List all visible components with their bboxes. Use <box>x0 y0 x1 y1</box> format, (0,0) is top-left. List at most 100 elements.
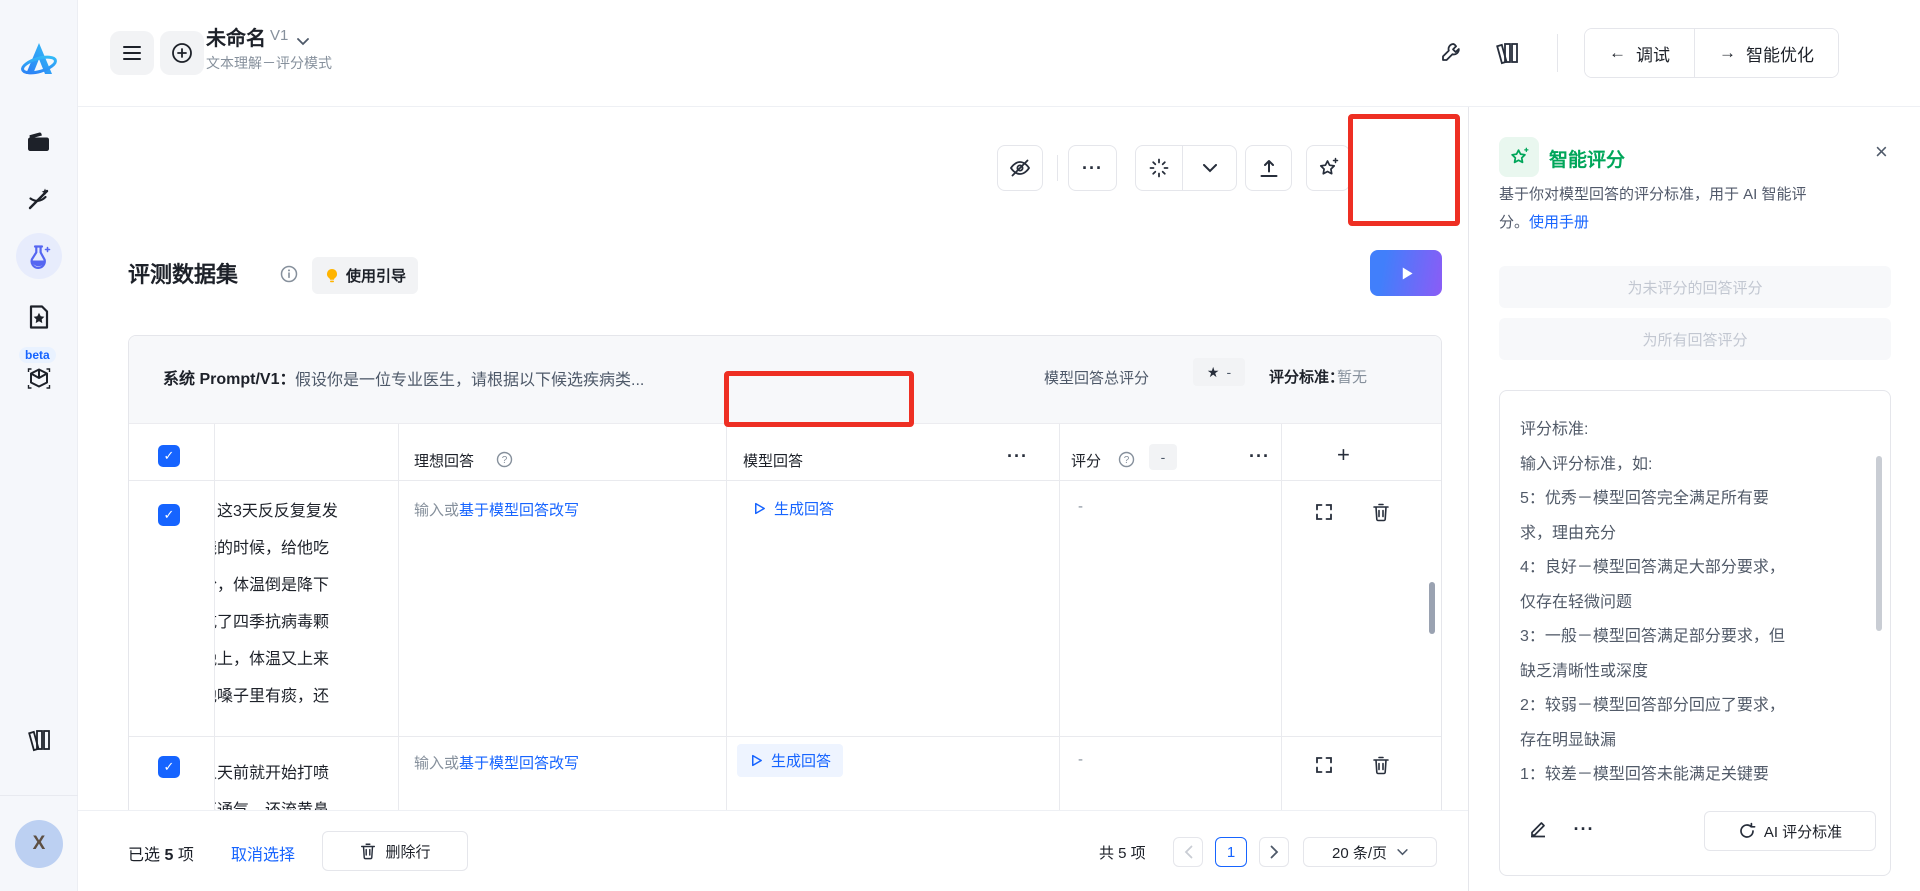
select-all-checkbox[interactable]: ✓ <box>158 445 180 467</box>
score-unscored-button[interactable]: 为未评分的回答评分 <box>1499 266 1891 308</box>
more-actions-button[interactable]: ··· <box>1068 145 1117 191</box>
sidebar-item-models[interactable] <box>26 366 52 390</box>
question-cell[interactable]: 这3天反反复复发 烧的时候，给他吃 粉，体温倒是降下 吃了四季抗病毒颗 晚上，体… <box>215 486 397 732</box>
smart-optimize-button[interactable]: → 智能优化 <box>1694 29 1838 77</box>
row-checkbox[interactable]: ✓ <box>158 504 180 526</box>
question-line: 吃了四季抗病毒颗 <box>215 614 330 631</box>
ellipsis-icon: ··· <box>1082 157 1103 178</box>
delete-row-button[interactable] <box>1369 500 1393 524</box>
generate-answer-button[interactable]: 生成回答 <box>737 744 844 777</box>
menu-button[interactable] <box>110 31 154 75</box>
main-content: 评测数据集 使用引导 ··· 系统 Prompt/V1： 假设你是一位专业医生，… <box>78 107 1468 891</box>
model-answer-header: 模型回答 <box>743 453 804 470</box>
prev-page-button[interactable] <box>1173 837 1203 867</box>
vertical-scrollbar-thumb[interactable] <box>1429 582 1435 634</box>
hide-columns-button[interactable] <box>997 145 1043 191</box>
question-line: 这3天反反复复发 <box>217 503 338 520</box>
svg-text:?: ? <box>1124 455 1130 466</box>
app-window: beta X 未命名 V1 文本理解－评分模式 ← 调试 → 智能优化 评测数据… <box>0 0 1920 891</box>
panel-desc-line2: 分。 <box>1499 214 1530 231</box>
upload-icon <box>1260 160 1277 177</box>
rewrite-link[interactable]: 基于模型回答改写 <box>459 502 579 519</box>
total-score-label: 模型回答总评分 <box>1044 370 1150 387</box>
run-evaluation-button[interactable] <box>1370 250 1442 296</box>
criteria-more-button[interactable]: ··· <box>1572 817 1596 841</box>
upload-button[interactable] <box>1245 145 1292 191</box>
version-label[interactable]: V1 <box>270 27 288 44</box>
favorite-button[interactable] <box>1306 145 1350 191</box>
dataset-info-icon[interactable] <box>280 265 298 288</box>
row-checkbox[interactable]: ✓ <box>158 756 180 778</box>
criteria-text-area[interactable]: 评分标准: 输入评分标准，如: 5：优秀－模型回答完全满足所有要 求，理由充分 … <box>1520 413 1872 797</box>
smart-scoring-panel: 智能评分 × 基于你对模型回答的评分标准，用于 AI 智能评 分。使用手册 为未… <box>1468 107 1920 891</box>
criteria-line: 1：较差－模型回答未能满足关键要 <box>1520 766 1769 783</box>
delete-row-button[interactable] <box>1369 753 1393 777</box>
sidebar-item-library[interactable] <box>25 727 53 753</box>
generate-options-button[interactable] <box>1182 145 1237 191</box>
version-chevron-down-icon[interactable] <box>297 33 309 51</box>
rewrite-link[interactable]: 基于模型回答改写 <box>459 755 579 772</box>
criteria-scrollbar-thumb[interactable] <box>1876 456 1882 631</box>
sidebar-item-favorites[interactable] <box>25 303 53 331</box>
svg-text:?: ? <box>502 455 508 466</box>
sidebar: beta X <box>0 0 78 891</box>
beta-badge: beta <box>19 347 56 363</box>
new-task-button[interactable] <box>160 31 204 75</box>
page-title: 评测数据集 <box>128 262 239 287</box>
cube-icon <box>27 367 50 389</box>
manual-link[interactable]: 使用手册 <box>1529 214 1589 231</box>
app-logo[interactable] <box>17 38 61 82</box>
close-panel-button[interactable]: × <box>1875 139 1888 165</box>
selected-count: 5 <box>164 847 174 864</box>
model-column-menu[interactable]: ··· <box>1007 446 1028 467</box>
generate-answer-button[interactable]: 生成回答 <box>752 498 834 519</box>
panel-description: 基于你对模型回答的评分标准，用于 AI 智能评 分。使用手册 <box>1499 181 1899 237</box>
page-size-select[interactable]: 20 条/页 <box>1303 837 1437 867</box>
question-line: 五天前就开始打喷 <box>215 765 330 782</box>
ideal-answer-cell[interactable]: 输入或基于模型回答改写 <box>414 499 579 520</box>
auto-generate-button[interactable] <box>1135 145 1183 191</box>
mode-subtitle: 文本理解－评分模式 <box>206 55 332 71</box>
usage-guide-label: 使用引导 <box>346 268 407 285</box>
next-page-button[interactable] <box>1259 837 1289 867</box>
sidebar-item-evaluation-active[interactable] <box>25 243 53 271</box>
criteria-line: 缺乏清晰性或深度 <box>1520 662 1649 680</box>
sidebar-item-optimize[interactable] <box>25 186 53 212</box>
criteria-line: 评分标准: <box>1520 421 1589 438</box>
edit-criteria-button[interactable] <box>1526 817 1550 841</box>
top-header: 未命名 V1 文本理解－评分模式 ← 调试 → 智能优化 <box>78 0 1920 107</box>
usage-guide-badge[interactable]: 使用引导 <box>312 257 419 294</box>
score-help-icon[interactable]: ? <box>1118 451 1135 473</box>
add-column-button[interactable]: + <box>1337 442 1350 468</box>
wrench-icon <box>1442 43 1460 61</box>
total-score-value: - <box>1226 364 1232 380</box>
ai-criteria-label: AI 评分标准 <box>1763 823 1843 841</box>
criteria-line: 求，理由充分 <box>1520 524 1617 542</box>
page-number-button[interactable]: 1 <box>1215 837 1247 867</box>
delete-rows-button[interactable]: 删除行 <box>322 831 468 871</box>
toolbar-divider <box>1057 155 1058 181</box>
question-line: 晚上，体温又上来 <box>215 651 330 668</box>
ai-criteria-button[interactable]: AI 评分标准 <box>1704 811 1876 851</box>
sidebar-item-projects[interactable] <box>25 129 53 155</box>
ideal-answer-help-icon[interactable]: ? <box>496 451 513 473</box>
score-column-menu[interactable]: ··· <box>1249 446 1270 467</box>
score-all-button[interactable]: 为所有回答评分 <box>1499 318 1891 360</box>
lightbulb-icon <box>327 268 337 282</box>
header-divider <box>1557 34 1558 72</box>
docs-button[interactable] <box>1490 36 1524 70</box>
criteria-line: 存在明显缺漏 <box>1520 731 1617 749</box>
criteria-line: 求 <box>1520 793 1872 798</box>
expand-row-button[interactable] <box>1312 753 1336 777</box>
debug-button[interactable]: ← 调试 <box>1585 29 1694 77</box>
score-header-badge[interactable]: - <box>1149 444 1177 470</box>
deselect-link[interactable]: 取消选择 <box>231 841 295 865</box>
user-avatar[interactable]: X <box>15 820 63 868</box>
ideal-answer-cell[interactable]: 输入或基于模型回答改写 <box>414 752 579 773</box>
system-prompt-text[interactable]: 假设你是一位专业医生，请根据以下候选疾病类... <box>295 366 644 390</box>
question-line: 粉，体温倒是降下 <box>215 577 330 594</box>
expand-row-button[interactable] <box>1312 500 1336 524</box>
magic-wand-icon <box>28 188 48 210</box>
tools-button[interactable] <box>1434 36 1468 70</box>
header-row-divider <box>129 480 1441 481</box>
